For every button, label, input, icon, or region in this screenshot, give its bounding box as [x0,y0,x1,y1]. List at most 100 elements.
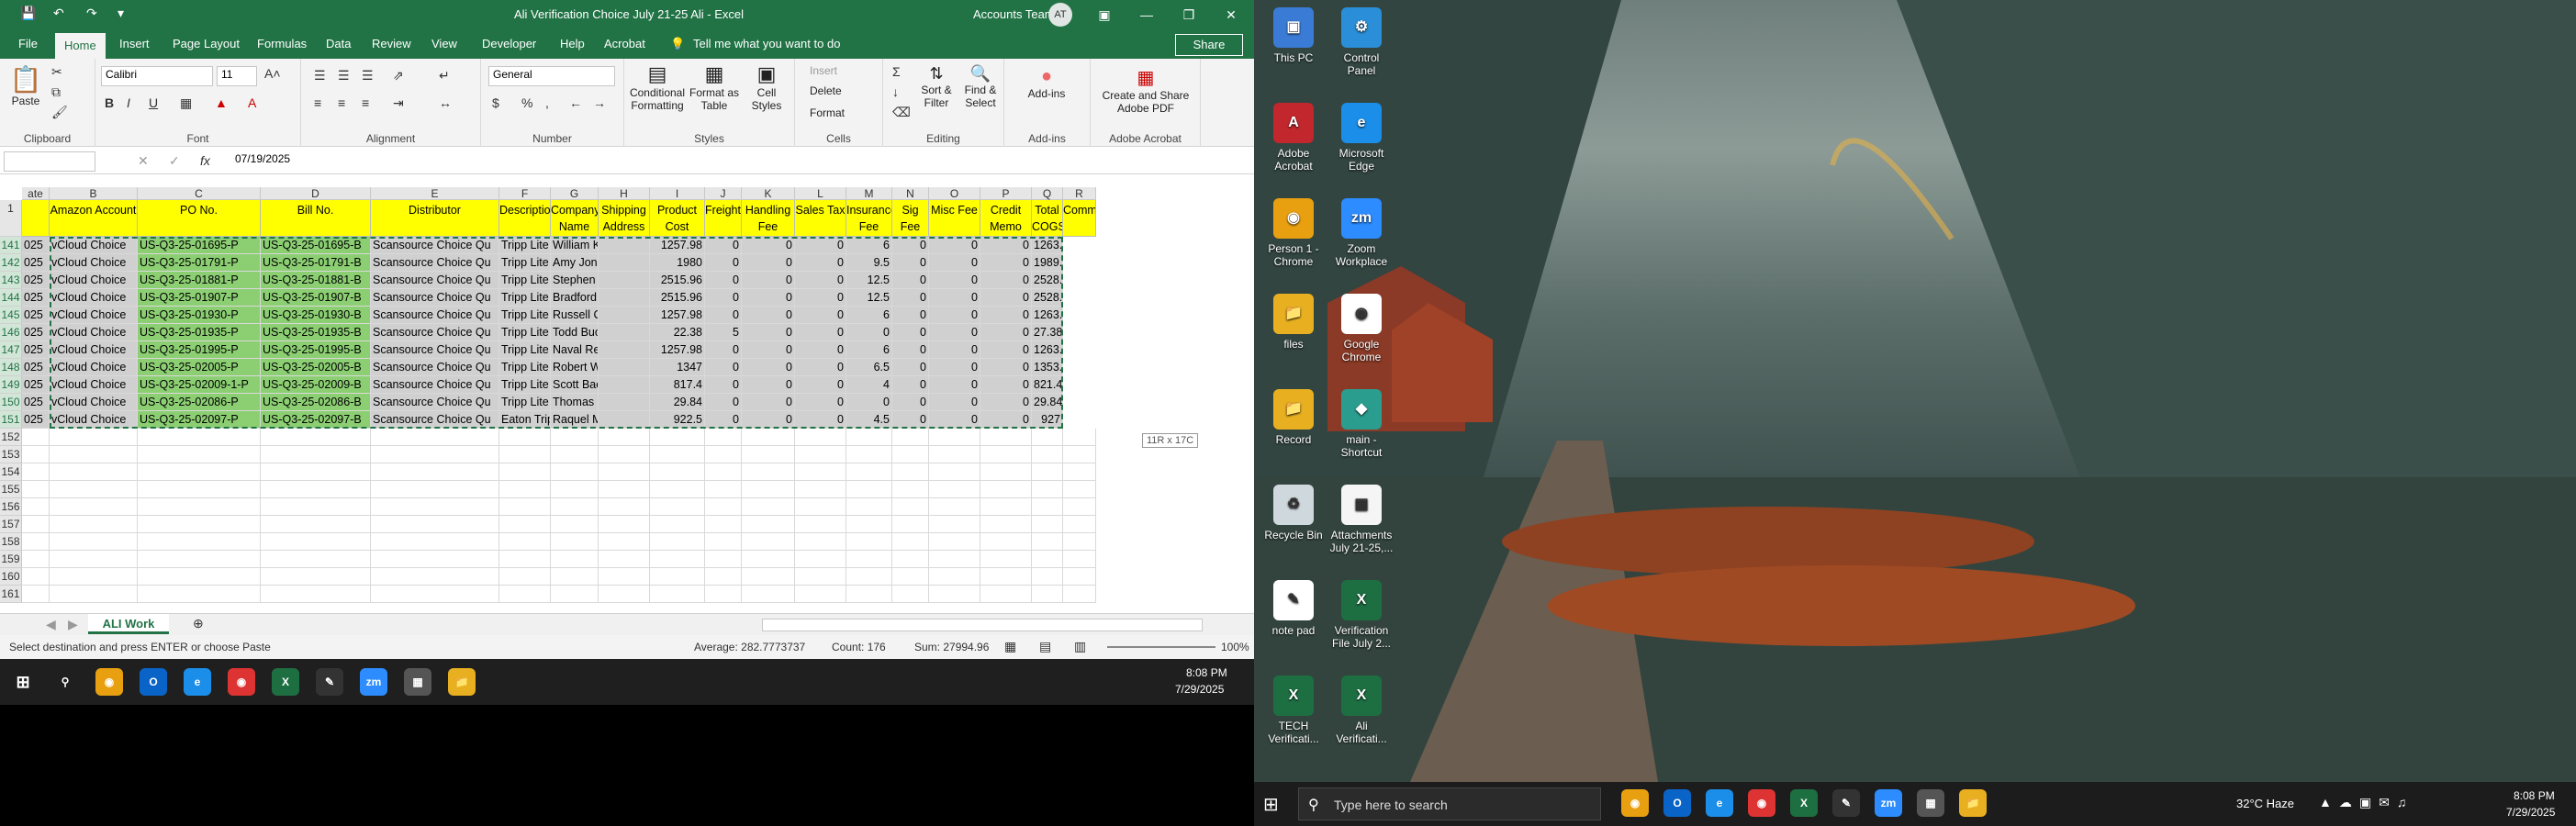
table-cell[interactable]: Naval Res [551,341,599,359]
table-cell[interactable]: 0 [742,341,795,359]
table-cell[interactable] [742,586,795,603]
row-header[interactable]: 155 [0,481,22,498]
outlook-icon[interactable]: O [140,668,167,696]
table-cell[interactable] [1063,568,1096,586]
table-cell[interactable] [551,463,599,481]
table-cell[interactable]: Scansource Choice Qu [371,272,499,289]
table-cell[interactable] [929,498,980,516]
table-cell[interactable]: 0 [705,359,742,376]
table-cell[interactable]: vCloud Choice [50,376,138,394]
table-cell[interactable]: Tripp Lite 1 Outlet P [499,324,551,341]
table-cell[interactable]: 0 [929,359,980,376]
row-header[interactable]: 144 [0,289,22,307]
table-cell[interactable] [50,429,138,446]
table-cell[interactable]: 0 [929,237,980,254]
zoom-taskbar-icon[interactable]: zm [1875,789,1902,817]
table-cell[interactable] [22,551,50,568]
table-cell[interactable] [742,463,795,481]
table-cell[interactable] [261,463,371,481]
table-cell[interactable] [650,551,705,568]
table-cell[interactable]: 0 [980,324,1032,341]
format-button[interactable]: Format [810,106,845,119]
table-cell[interactable] [22,429,50,446]
row-header[interactable]: 142 [0,254,22,272]
table-cell[interactable] [892,481,929,498]
table-cell[interactable] [371,446,499,463]
table-cell[interactable]: 0 [980,394,1032,411]
table-cell[interactable] [980,481,1032,498]
desktop-icon[interactable]: 📁 files [1261,294,1326,351]
table-cell[interactable]: 025 [22,341,50,359]
table-cell[interactable]: US-Q3-25-01935-P [138,324,261,341]
page-layout-view-icon[interactable]: ▤ [1039,639,1051,654]
table-cell[interactable] [22,568,50,586]
table-cell[interactable] [551,446,599,463]
table-cell[interactable] [551,498,599,516]
table-cell[interactable]: US-Q3-25-01695-B [261,237,371,254]
table-cell[interactable] [499,446,551,463]
table-cell[interactable]: vCloud Choice [50,289,138,307]
column-header[interactable]: E [371,187,499,200]
table-cell[interactable] [1032,498,1063,516]
desktop-icon[interactable]: e Microsoft Edge [1329,103,1394,173]
table-cell[interactable]: 1347 [650,359,705,376]
table-cell[interactable] [1063,498,1096,516]
row-header[interactable]: 143 [0,272,22,289]
header-cell[interactable]: Freight [705,200,742,237]
table-cell[interactable] [650,498,705,516]
orientation-icon[interactable]: ⇗ [393,68,404,84]
table-cell[interactable] [705,446,742,463]
table-cell[interactable] [599,254,650,272]
table-cell[interactable]: 6 [846,307,892,324]
table-cell[interactable] [980,446,1032,463]
table-cell[interactable] [929,463,980,481]
table-cell[interactable] [371,533,499,551]
table-cell[interactable]: Scott Baei [551,376,599,394]
table-cell[interactable] [50,516,138,533]
search-icon[interactable]: ⚲ [51,668,79,696]
chrome-profile-icon[interactable]: ◉ [1748,789,1775,817]
table-cell[interactable] [551,533,599,551]
table-cell[interactable] [138,551,261,568]
table-cell[interactable] [138,568,261,586]
table-cell[interactable]: 025 [22,307,50,324]
table-cell[interactable] [599,481,650,498]
calculator-icon[interactable]: ▦ [404,668,431,696]
column-header[interactable]: I [650,187,705,200]
table-cell[interactable]: 1980 [650,254,705,272]
comma-icon[interactable]: , [545,95,549,110]
header-cell[interactable]: Bill No. [261,200,371,237]
table-cell[interactable]: 22.38 [650,324,705,341]
header-cell[interactable]: Shipping Address [599,200,650,237]
table-cell[interactable]: 0 [742,272,795,289]
column-header[interactable]: ate [22,187,50,200]
indent-icon[interactable]: ⇥ [393,95,404,111]
table-cell[interactable] [599,376,650,394]
row-header[interactable]: 149 [0,376,22,394]
column-header[interactable]: C [138,187,261,200]
table-cell[interactable] [599,533,650,551]
table-cell[interactable]: 0 [929,272,980,289]
table-cell[interactable] [1032,446,1063,463]
header-cell[interactable]: Total COGS [1032,200,1063,237]
tab-data[interactable]: Data [317,29,360,59]
header-cell[interactable]: PO No. [138,200,261,237]
table-cell[interactable]: Scansource Choice Qu [371,254,499,272]
row-header[interactable]: 147 [0,341,22,359]
tab-acrobat[interactable]: Acrobat [595,29,655,59]
table-cell[interactable]: 0 [795,307,846,324]
table-cell[interactable]: 0 [929,341,980,359]
chrome-icon[interactable]: ◉ [95,668,123,696]
table-cell[interactable] [261,446,371,463]
table-cell[interactable]: Amy Jone [551,254,599,272]
table-cell[interactable] [499,498,551,516]
table-cell[interactable]: 0 [795,394,846,411]
table-cell[interactable]: Scansource Choice Qu [371,359,499,376]
table-cell[interactable] [371,551,499,568]
table-cell[interactable]: US-Q3-25-01907-P [138,289,261,307]
table-cell[interactable]: Scansource Choice Qu [371,341,499,359]
table-cell[interactable] [980,516,1032,533]
table-cell[interactable] [705,481,742,498]
row-header[interactable]: 145 [0,307,22,324]
align-center-icon[interactable]: ≡ [338,95,345,110]
